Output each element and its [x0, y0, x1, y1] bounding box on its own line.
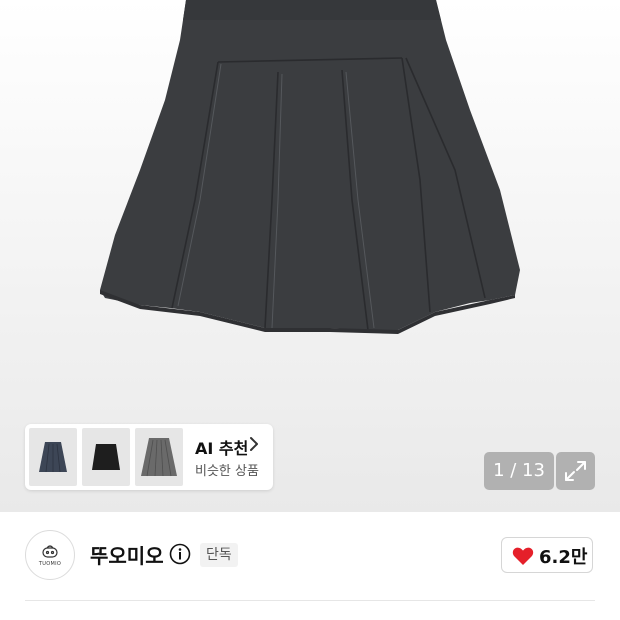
- ai-recommend-subtitle: 비슷한 상품: [195, 464, 259, 479]
- black-skirt-thumbnail[interactable]: [82, 428, 130, 486]
- brand-name[interactable]: 뚜오미오: [90, 540, 164, 569]
- info-icon[interactable]: [169, 543, 191, 565]
- like-count: 6.2만: [539, 547, 588, 568]
- heart-icon: [512, 547, 534, 565]
- brand-logo-mark: [42, 545, 58, 558]
- chevron-right-icon[interactable]: [248, 436, 260, 452]
- gray-pleated-skirt-thumbnail[interactable]: [135, 428, 183, 486]
- ai-recommend-card[interactable]: AI 추천 비슷한 상품: [25, 424, 273, 490]
- image-pager: 1 / 13: [484, 452, 554, 490]
- ai-recommend-title: AI 추천: [195, 439, 249, 458]
- expand-icon: [565, 461, 586, 481]
- brand-logo[interactable]: TUOMIO: [25, 530, 75, 580]
- like-button[interactable]: 6.2만: [501, 537, 593, 573]
- navy-pleated-skirt-thumbnail[interactable]: [29, 428, 77, 486]
- expand-button[interactable]: [556, 452, 595, 490]
- brand-logo-text: TUOMIO: [38, 561, 62, 567]
- exclusive-badge: 단독: [200, 543, 238, 567]
- section-divider: [25, 600, 595, 601]
- product-image-area[interactable]: AI 추천 비슷한 상품 1 / 13: [0, 0, 620, 512]
